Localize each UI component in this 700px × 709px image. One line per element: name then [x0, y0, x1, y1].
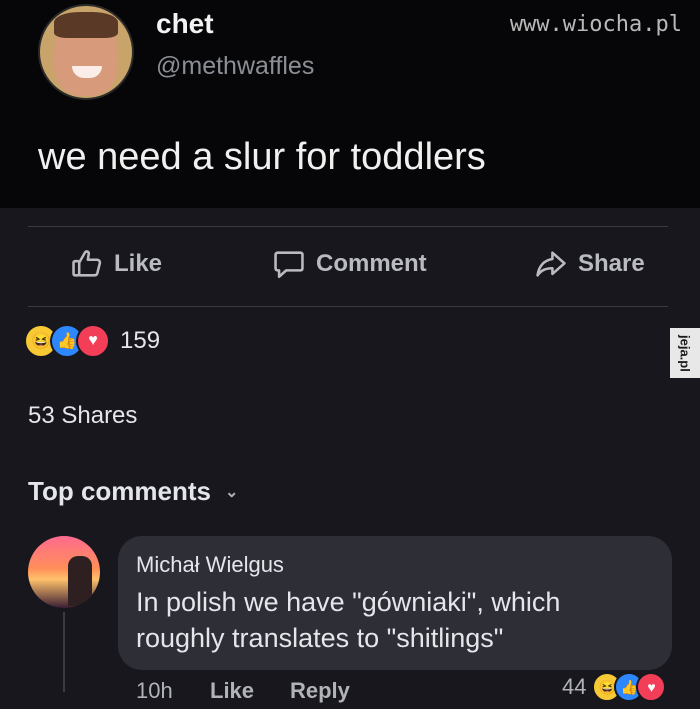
divider-actions [28, 306, 668, 307]
top-comments-filter[interactable]: Top comments ⌄ [28, 476, 238, 507]
watermark-jeja: jeja.pl [670, 328, 700, 378]
embedded-tweet: chet @methwaffles www.wiocha.pl we need … [0, 0, 700, 208]
tweet-author-name[interactable]: chet [156, 8, 214, 40]
like-thumb-icon [72, 250, 102, 277]
comment-timestamp[interactable]: 10h [136, 678, 173, 704]
author-avatar[interactable] [38, 4, 134, 100]
share-arrow-icon [536, 251, 566, 277]
commenter-avatar[interactable] [28, 536, 100, 608]
comment-bubble-icon [274, 251, 304, 279]
shares-count[interactable]: 53 Shares [28, 402, 137, 430]
comment-text: In polish we have "gówniaki", which roug… [136, 587, 561, 653]
thread-line [63, 612, 65, 692]
avatar-hair [54, 12, 118, 38]
avatar-person-silhouette [68, 556, 92, 606]
comment-bubble: Michał Wielgus In polish we have "gównia… [118, 536, 672, 670]
comment-button[interactable]: Comment [272, 244, 427, 284]
divider-top [28, 226, 668, 227]
watermark-wiocha: www.wiocha.pl [509, 12, 682, 37]
comment-reaction-summary[interactable]: 44 😆 👍 ♥ [562, 672, 667, 702]
comment-label: Comment [316, 250, 427, 277]
comment-like-button[interactable]: Like [210, 678, 254, 704]
reaction-summary[interactable]: 😆 👍 ♥ 159 [24, 324, 160, 358]
reaction-count: 159 [120, 327, 161, 354]
tweet-text: we need a slur for toddlers [38, 136, 486, 178]
like-button[interactable]: Like [70, 244, 162, 284]
like-label: Like [114, 250, 163, 277]
love-reaction-icon: ♥ [636, 672, 667, 702]
tweet-author-handle[interactable]: @methwaffles [156, 52, 314, 81]
top-comments-label: Top comments [28, 476, 211, 506]
comment-reply-button[interactable]: Reply [290, 678, 350, 704]
love-reaction-icon: ♥ [76, 324, 110, 358]
comment-reaction-count: 44 [562, 674, 587, 699]
share-button[interactable]: Share [534, 244, 645, 284]
commenter-name[interactable]: Michał Wielgus [136, 552, 284, 578]
share-label: Share [578, 250, 645, 277]
chevron-down-icon: ⌄ [224, 483, 239, 501]
